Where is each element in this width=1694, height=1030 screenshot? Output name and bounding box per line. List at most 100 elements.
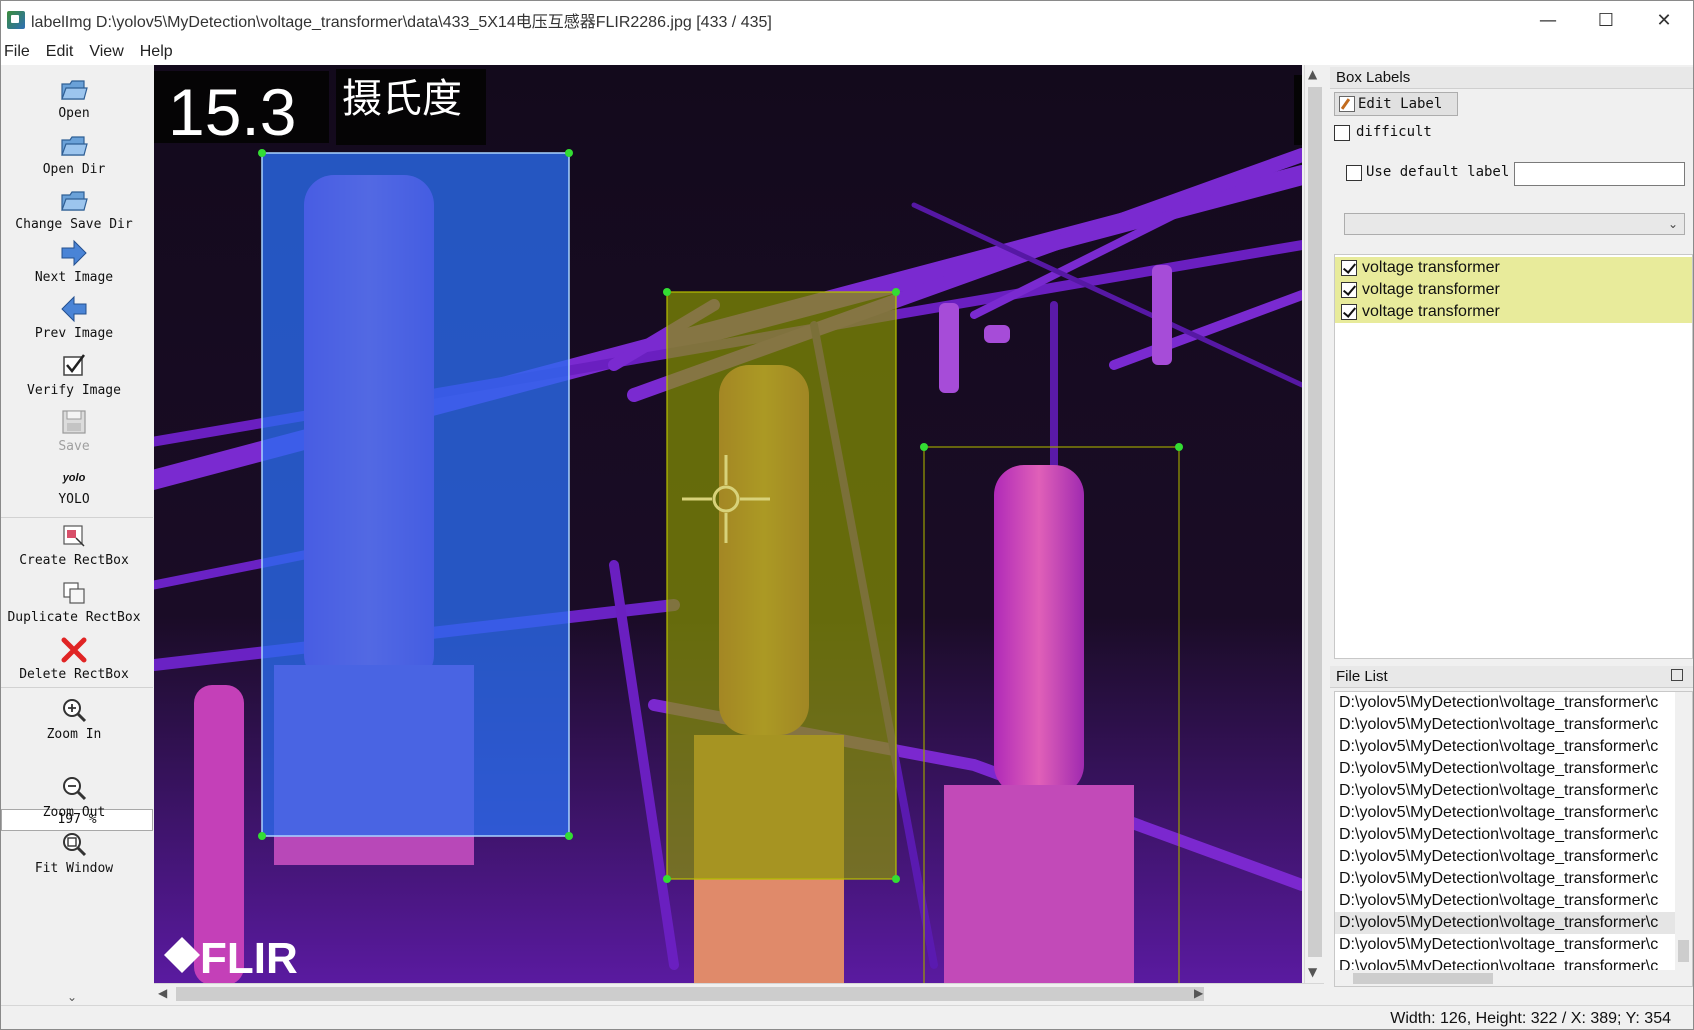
change-save-dir-label: Change Save Dir [15,217,133,232]
label-filter-combobox[interactable]: ⌄ [1344,213,1685,235]
file-list: D:\yolov5\MyDetection\voltage_transforme… [1334,691,1693,987]
file-list-item[interactable]: D:\yolov5\MyDetection\voltage_transforme… [1335,692,1675,714]
title-bar: labelImg D:\yolov5\MyDetection\voltage_t… [1,1,1693,39]
fit-window-button[interactable]: Fit Window [1,829,147,876]
next-image-button[interactable]: Next Image [1,238,147,285]
prev-image-label: Prev Image [34,326,114,341]
change-save-dir-button[interactable]: Change Save Dir [1,185,147,232]
menu-help[interactable]: Help [137,43,180,61]
label-visible-checkbox[interactable] [1341,260,1357,276]
canvas-vertical-scrollbar[interactable]: ▲ ▼ [1304,65,1324,983]
file-list-item[interactable]: D:\yolov5\MyDetection\voltage_transforme… [1335,714,1675,736]
save-label: Save [58,439,90,454]
fit-window-icon [63,833,87,857]
labelimg-app-icon [7,11,25,29]
edit-pencil-icon [1339,96,1355,112]
open-label: Open [58,106,90,121]
folder-icon [61,191,88,211]
file-list-vertical-scrollbar[interactable] [1675,692,1692,972]
duplicate-rectbox-label: Duplicate RectBox [7,610,141,625]
folder-icon [61,80,88,100]
close-button[interactable]: ✕ [1635,1,1693,39]
scroll-thumb[interactable] [1353,973,1493,984]
scroll-right-icon[interactable]: ▶ [1194,986,1203,1000]
verify-image-button[interactable]: Verify Image [1,351,147,398]
duplicate-rectbox-button[interactable]: Duplicate RectBox [1,578,147,625]
fit-window-label: Fit Window [34,861,114,876]
scroll-down-icon[interactable]: ▼ [1308,965,1317,979]
bbox-voltage-transformer-2[interactable] [663,288,900,883]
bbox-voltage-transformer-1[interactable] [258,149,573,840]
flir-logo-text: FLIR [200,934,298,983]
scroll-up-icon[interactable]: ▲ [1308,67,1317,81]
zoom-out-icon [63,777,87,801]
minimize-button[interactable]: — [1519,1,1577,39]
file-list-item[interactable]: D:\yolov5\MyDetection\voltage_transforme… [1335,736,1675,758]
save-button[interactable]: Save [1,407,147,454]
use-default-label-checkbox[interactable] [1346,165,1362,181]
difficult-label: difficult [1356,124,1432,140]
image-canvas[interactable]: 15.3 摄氏度 FLIR [154,65,1302,983]
scroll-thumb[interactable] [1678,940,1689,962]
create-rectbox-label: Create RectBox [19,553,129,568]
file-list-item[interactable]: D:\yolov5\MyDetection\voltage_transforme… [1335,868,1675,890]
menu-edit[interactable]: Edit [43,43,81,61]
difficult-checkbox[interactable] [1334,125,1350,141]
toolbar-more-chevron-icon[interactable]: ⌄ [67,990,77,1004]
zoom-in-label: Zoom In [46,727,102,742]
temperature-unit: 摄氏度 [342,76,462,122]
maximize-button[interactable]: ☐ [1577,1,1635,39]
prev-image-button[interactable]: Prev Image [1,294,147,341]
open-button[interactable]: Open [1,74,147,121]
create-rectbox-button[interactable]: Create RectBox [1,521,147,568]
yolo-label: YOLO [58,492,90,507]
status-bar: Width: 126, Height: 322 / X: 389; Y: 354 [1,1005,1693,1029]
scroll-thumb[interactable] [176,987,1204,1001]
window-title: labelImg D:\yolov5\MyDetection\voltage_t… [31,14,772,31]
use-default-label-text: Use default label [1366,164,1510,180]
delete-rectbox-button[interactable]: Delete RectBox [1,635,147,682]
temperature-readout: 15.3 [168,75,296,149]
next-image-label: Next Image [34,270,114,285]
box-labels-title: Box Labels [1336,69,1411,86]
label-visible-checkbox[interactable] [1341,282,1357,298]
zoom-in-icon [63,699,87,723]
zoom-out-label: Zoom Out [42,805,106,820]
file-list-item[interactable]: D:\yolov5\MyDetection\voltage_transforme… [1335,934,1675,956]
thermal-image: 15.3 摄氏度 FLIR [154,65,1302,983]
label-name: voltage transformer [1362,303,1500,320]
file-list-item[interactable]: D:\yolov5\MyDetection\voltage_transforme… [1335,912,1675,934]
scroll-left-icon[interactable]: ◀ [158,986,167,1000]
yolo-format-button[interactable]: yolo YOLO [1,466,147,507]
label-name: voltage transformer [1362,281,1500,298]
scroll-thumb[interactable] [1308,87,1322,957]
zoom-out-button[interactable]: Zoom Out [1,773,147,820]
arrow-right-icon [61,239,87,267]
menu-file[interactable]: File [1,43,37,61]
edit-label-button[interactable]: Edit Label [1334,92,1458,116]
floppy-disk-icon [62,410,86,434]
duplicate-icon [63,582,85,604]
file-list-item[interactable]: D:\yolov5\MyDetection\voltage_transforme… [1335,758,1675,780]
file-list-item[interactable]: D:\yolov5\MyDetection\voltage_transforme… [1335,802,1675,824]
open-dir-button[interactable]: Open Dir [1,130,147,177]
label-list-item[interactable]: voltage transformer [1335,257,1692,279]
dock-float-icon[interactable] [1671,669,1683,681]
label-visible-checkbox[interactable] [1341,304,1357,320]
file-list-item[interactable]: D:\yolov5\MyDetection\voltage_transforme… [1335,780,1675,802]
create-rectbox-icon [63,525,85,547]
file-list-dock-title: File List [1330,666,1693,688]
label-list-item[interactable]: voltage transformer [1335,279,1692,301]
default-label-input[interactable] [1514,162,1685,186]
file-list-horizontal-scrollbar[interactable] [1335,970,1692,986]
zoom-in-button[interactable]: Zoom In [1,695,147,742]
checkbox-icon [63,354,85,376]
chevron-down-icon: ⌄ [1667,217,1678,231]
file-list-item[interactable]: D:\yolov5\MyDetection\voltage_transforme… [1335,846,1675,868]
file-list-item[interactable]: D:\yolov5\MyDetection\voltage_transforme… [1335,890,1675,912]
labelimg-window: labelImg D:\yolov5\MyDetection\voltage_t… [0,0,1694,1030]
menu-view[interactable]: View [86,43,130,61]
canvas-horizontal-scrollbar[interactable]: ◀ ▶ [154,983,1324,1003]
label-list-item[interactable]: voltage transformer [1335,301,1692,323]
file-list-item[interactable]: D:\yolov5\MyDetection\voltage_transforme… [1335,824,1675,846]
